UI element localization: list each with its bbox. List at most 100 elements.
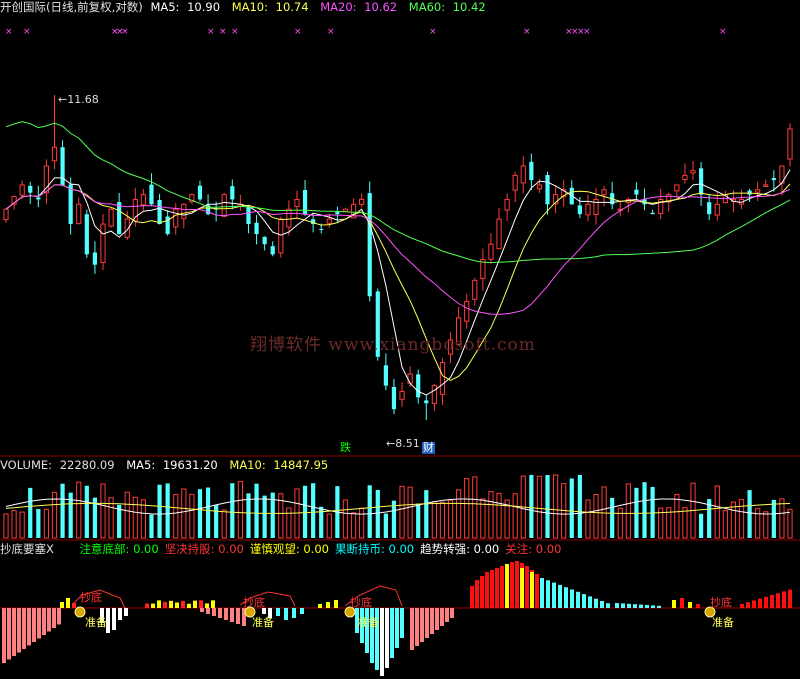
indicator-bar: [145, 603, 149, 608]
indicator-bar: [621, 603, 625, 608]
candle-body: [270, 246, 275, 255]
candle-body: [92, 252, 98, 265]
volume-bar: [132, 496, 138, 539]
volume-bar: [536, 475, 543, 539]
volume-bar: [165, 483, 170, 538]
volume-bar: [157, 484, 162, 538]
indicator-bar: [124, 608, 128, 616]
candle-body: [28, 185, 33, 193]
candle-body: [100, 223, 106, 263]
ma60-line: [5, 121, 791, 264]
candle-body: [342, 208, 349, 212]
indicator-bar: [782, 591, 786, 608]
volume-bar: [424, 490, 429, 538]
indicator-bar: [22, 608, 26, 649]
volume-ma10-legend: MA10: 14847.95: [229, 458, 329, 472]
ready-marker-label-1: 准备: [85, 616, 107, 629]
candle-body: [545, 174, 550, 205]
volume-bar: [625, 483, 631, 539]
indicator-bar: [430, 608, 434, 634]
signal-x-marker: ×: [23, 27, 31, 37]
candle-body: [3, 208, 9, 221]
indicator-bar: [236, 608, 240, 624]
volume-bar: [262, 495, 267, 538]
indicator-bar: [510, 562, 514, 608]
indicator-bar: [175, 602, 179, 608]
indicator-item-2: 谨慎观望: 0.00: [249, 542, 329, 556]
candle-body: [391, 386, 397, 410]
indicator-bar: [212, 608, 216, 616]
indicator-bar: [490, 570, 494, 608]
indicator-bar: [740, 604, 744, 608]
indicator-bar: [770, 595, 774, 608]
candle-body: [529, 161, 534, 181]
volume-header: VOLUME: 22280.09 MA5: 19631.20 MA10: 148…: [0, 458, 336, 472]
volume-bar: [230, 483, 235, 538]
volume-bar: [545, 475, 550, 538]
indicator-bar: [163, 601, 167, 608]
indicator-bar: [7, 608, 11, 660]
candle-body: [326, 218, 332, 224]
volume-bar: [714, 485, 720, 539]
candle-body: [755, 189, 761, 193]
volume-bar: [350, 512, 357, 539]
indicator-bar: [326, 602, 330, 608]
indicator-bar: [594, 598, 598, 608]
signal-x-marker: ×: [5, 27, 13, 37]
indicator-bar: [480, 576, 484, 608]
bottom-marker-label-3: 抄底: [350, 596, 372, 609]
candle-body: [117, 202, 122, 235]
signal-x-marker: ×: [523, 27, 531, 37]
volume-bar: [472, 476, 478, 539]
volume-bar: [197, 489, 203, 538]
indicator-bar: [224, 608, 228, 620]
candle-body: [319, 228, 324, 230]
volume-legend: VOLUME: 22280.09: [0, 458, 115, 472]
volume-bar: [755, 508, 761, 539]
candle-body: [286, 208, 292, 228]
indicator-item-0: 注意底部: 0.00: [79, 542, 159, 556]
volume-bar: [36, 509, 41, 538]
indicator-item-5: 关注: 0.00: [505, 542, 562, 556]
volume-bar: [286, 507, 292, 539]
volume-bar: [100, 483, 106, 539]
indicator-bar: [292, 608, 296, 618]
volume-value: 22280.09: [59, 458, 115, 472]
volume-bar: [488, 491, 494, 539]
indicator-bar: [230, 608, 234, 622]
indicator-bar: [445, 608, 449, 622]
candle-body: [424, 400, 429, 404]
volume-bar: [416, 503, 421, 538]
volume-bar: [383, 513, 388, 538]
candle-body: [246, 207, 251, 225]
indicator-bar: [520, 568, 524, 608]
indicator-bar: [211, 600, 215, 608]
ready-marker-label-3: 准备: [357, 616, 379, 629]
volume-bar: [367, 485, 372, 538]
volume-bar: [439, 501, 446, 539]
indicator-bar: [365, 608, 369, 653]
volume-bar: [674, 494, 680, 539]
indicator-bar: [627, 603, 631, 608]
indicator-bar: [187, 603, 191, 608]
volume-ma10-line: [5, 502, 791, 514]
high-price-label: ←11.68: [58, 93, 99, 106]
indicator-bar: [390, 608, 394, 658]
volume-bar: [553, 474, 559, 539]
bottom-marker-label-4: 抄底: [710, 596, 732, 609]
volume-bar: [512, 493, 518, 539]
indicator-bar: [118, 608, 122, 620]
volume-bar: [496, 492, 502, 539]
indicator-bar: [570, 589, 574, 608]
candle-body: [488, 243, 494, 260]
candle-body: [399, 390, 405, 400]
volume-bar: [173, 494, 179, 539]
volume-bar: [610, 497, 615, 538]
signal-die-label: 跌: [340, 441, 351, 454]
candle-body: [431, 385, 437, 404]
candle-body: [19, 184, 25, 196]
volume-bar: [593, 494, 599, 539]
candle-body: [650, 212, 655, 215]
candle-body: [359, 198, 365, 205]
indicator-bar: [300, 608, 304, 614]
